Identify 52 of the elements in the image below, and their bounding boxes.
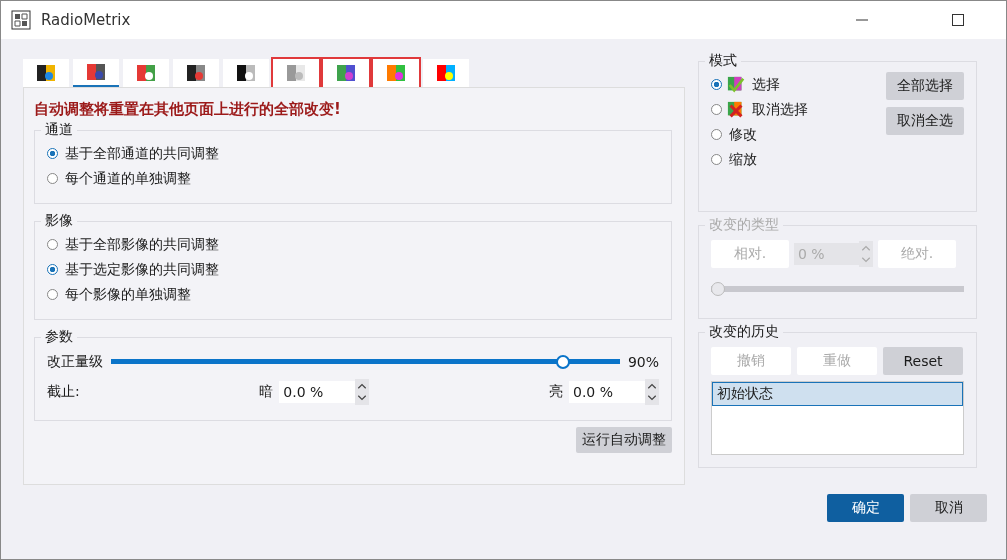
icon-tab[interactable] xyxy=(223,59,269,87)
history-item[interactable]: 初始状态 xyxy=(712,382,963,406)
icon-tab[interactable] xyxy=(323,59,369,87)
radio-button[interactable] xyxy=(47,173,58,184)
spin-field[interactable]: 0.0 % xyxy=(279,381,356,403)
group-title: 改变的类型 xyxy=(708,216,780,234)
slider-label: 改正量级 xyxy=(47,353,103,371)
radio-button[interactable] xyxy=(711,79,722,90)
warning-text: 自动调整将重置在其他页面上进行的全部改变! xyxy=(34,100,342,119)
radio-button[interactable] xyxy=(711,104,722,115)
icon-tab[interactable] xyxy=(173,59,219,87)
radio-button[interactable] xyxy=(47,289,58,300)
group-title: 参数 xyxy=(44,328,74,346)
radio-button[interactable] xyxy=(47,148,58,159)
run-button[interactable]: 运行自动调整 xyxy=(576,427,672,453)
slider-value: 90% xyxy=(627,354,659,370)
group-title: 通道 xyxy=(44,121,74,139)
check-icon xyxy=(727,75,745,94)
radio-label: 取消选择 xyxy=(752,100,808,119)
radio-label: 基于选定影像的共同调整 xyxy=(65,260,219,279)
ok-button[interactable]: 确定 xyxy=(827,494,904,522)
slider-thumb[interactable] xyxy=(556,355,571,369)
clip-label: 截止: xyxy=(47,383,80,401)
spin-arrows-icon[interactable] xyxy=(645,379,659,405)
icon-tab[interactable] xyxy=(23,59,69,87)
spin-arrows-icon[interactable] xyxy=(355,379,370,405)
radio-label: 选择 xyxy=(752,75,780,94)
radio-label: 缩放 xyxy=(729,150,757,169)
history-button[interactable]: Reset xyxy=(883,347,963,375)
radio-label: 每个影像的单独调整 xyxy=(65,285,191,304)
maximize-icon[interactable] xyxy=(952,14,964,26)
cancel-button[interactable]: 取消 xyxy=(910,494,987,522)
app-icon xyxy=(11,10,31,30)
select-button[interactable]: 全部选择 xyxy=(886,72,964,100)
group-title: 模式 xyxy=(708,52,738,70)
cross-icon xyxy=(727,100,745,119)
dark-label: 暗 xyxy=(259,383,274,401)
radio-button[interactable] xyxy=(47,264,58,275)
window-title: RadioMetrix xyxy=(41,11,131,29)
radio-label: 基于全部影像的共同调整 xyxy=(65,235,219,254)
icon-tab[interactable] xyxy=(73,59,119,87)
spin-field[interactable]: 0.0 % xyxy=(569,381,645,403)
radio-button[interactable] xyxy=(711,129,722,140)
radio-label: 每个通道的单独调整 xyxy=(65,169,191,188)
radio-label: 修改 xyxy=(729,125,757,144)
group-title: 影像 xyxy=(44,212,74,230)
radio-label: 基于全部通道的共同调整 xyxy=(65,144,219,163)
radio-button[interactable] xyxy=(47,239,58,250)
select-button[interactable]: 取消全选 xyxy=(886,107,964,135)
bright-label: 亮 xyxy=(549,383,563,401)
radio-button[interactable] xyxy=(711,154,722,165)
group-title: 改变的历史 xyxy=(708,323,780,341)
